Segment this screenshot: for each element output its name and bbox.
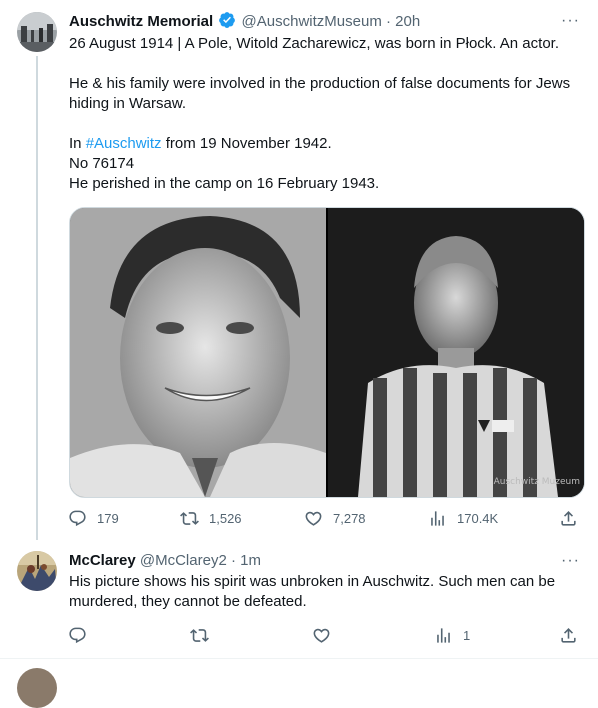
- like-icon: [313, 628, 330, 643]
- retweet-button[interactable]: 1,526: [180, 509, 242, 528]
- tweet-divider: [0, 658, 598, 659]
- main-tweet[interactable]: Auschwitz Memorial @AuschwitzMuseum · 20…: [0, 0, 598, 540]
- like-button[interactable]: [312, 626, 331, 645]
- thread-line: [36, 56, 38, 540]
- tweet-actions: 179 1,526 7,278 170.4K: [60, 509, 590, 529]
- retweet-count: 1,526: [209, 511, 242, 526]
- like-icon: [305, 511, 322, 526]
- reply-tweet[interactable]: McClarey @McClarey2 · 1m ··· His picture…: [0, 540, 598, 658]
- verified-badge-icon: [218, 11, 236, 35]
- reply-timestamp[interactable]: 1m: [240, 552, 261, 569]
- tweet-media[interactable]: Auschwitz Muzeum: [69, 207, 585, 498]
- reply-author-name[interactable]: McClarey: [69, 552, 136, 569]
- next-tweet-avatar[interactable]: [17, 668, 57, 708]
- prisoner-photo[interactable]: Auschwitz Muzeum: [328, 208, 584, 497]
- separator: ·: [230, 552, 236, 569]
- like-count: 7,278: [333, 511, 366, 526]
- photo-watermark: Auschwitz Muzeum: [493, 477, 580, 487]
- share-button[interactable]: [559, 626, 578, 645]
- timestamp[interactable]: 20h: [395, 13, 420, 30]
- text-in: In: [69, 135, 86, 152]
- views-button[interactable]: 1: [434, 626, 470, 645]
- hashtag-link[interactable]: #Auschwitz: [86, 135, 162, 152]
- reply-header: McClarey @McClarey2 · 1m: [69, 551, 261, 571]
- reply-author-handle[interactable]: @McClarey2: [140, 552, 227, 569]
- reply-button[interactable]: 179: [68, 509, 119, 528]
- views-count: 1: [463, 628, 471, 643]
- reply-icon: [69, 510, 86, 527]
- portrait-photo[interactable]: [70, 208, 326, 497]
- reply-text: His picture shows his spirit was unbroke…: [69, 572, 579, 612]
- author-avatar[interactable]: [17, 12, 57, 52]
- author-name[interactable]: Auschwitz Memorial: [69, 13, 213, 30]
- share-icon: [561, 511, 576, 526]
- views-icon: [431, 511, 444, 526]
- reply-text-content: His picture shows his spirit was unbroke…: [69, 573, 556, 610]
- share-icon: [561, 628, 576, 643]
- tweet-text-line: He perished in the camp on 16 February 1…: [69, 175, 380, 192]
- more-icon[interactable]: ···: [561, 552, 580, 570]
- more-icon[interactable]: ···: [561, 12, 580, 30]
- reply-actions: 1: [60, 626, 590, 646]
- tweet-text-line: He & his family were involved in the pro…: [69, 75, 571, 112]
- views-icon: [437, 628, 450, 643]
- reply-author-avatar[interactable]: [17, 551, 57, 591]
- share-button[interactable]: [559, 509, 578, 528]
- retweet-icon: [180, 512, 199, 525]
- views-count: 170.4K: [457, 511, 499, 526]
- separator: ·: [386, 13, 391, 30]
- tweet-text-line: No 76174: [69, 155, 135, 172]
- tweet-header: Auschwitz Memorial @AuschwitzMuseum · 20…: [69, 11, 420, 35]
- tweet-text-line: In #Auschwitz from 19 November 1942.: [69, 134, 579, 154]
- retweet-button[interactable]: [190, 626, 209, 645]
- reply-count: 179: [97, 511, 119, 526]
- retweet-icon: [190, 629, 209, 642]
- reply-button[interactable]: [68, 626, 87, 645]
- like-button[interactable]: 7,278: [304, 509, 366, 528]
- author-handle[interactable]: @AuschwitzMuseum: [242, 13, 382, 30]
- tweet-text: 26 August 1914 | A Pole, Witold Zacharew…: [69, 34, 579, 194]
- reply-icon: [69, 627, 86, 644]
- views-button[interactable]: 170.4K: [428, 509, 498, 528]
- text-from: from 19 November 1942.: [161, 135, 332, 152]
- tweet-text-line: 26 August 1914 | A Pole, Witold Zacharew…: [69, 35, 559, 52]
